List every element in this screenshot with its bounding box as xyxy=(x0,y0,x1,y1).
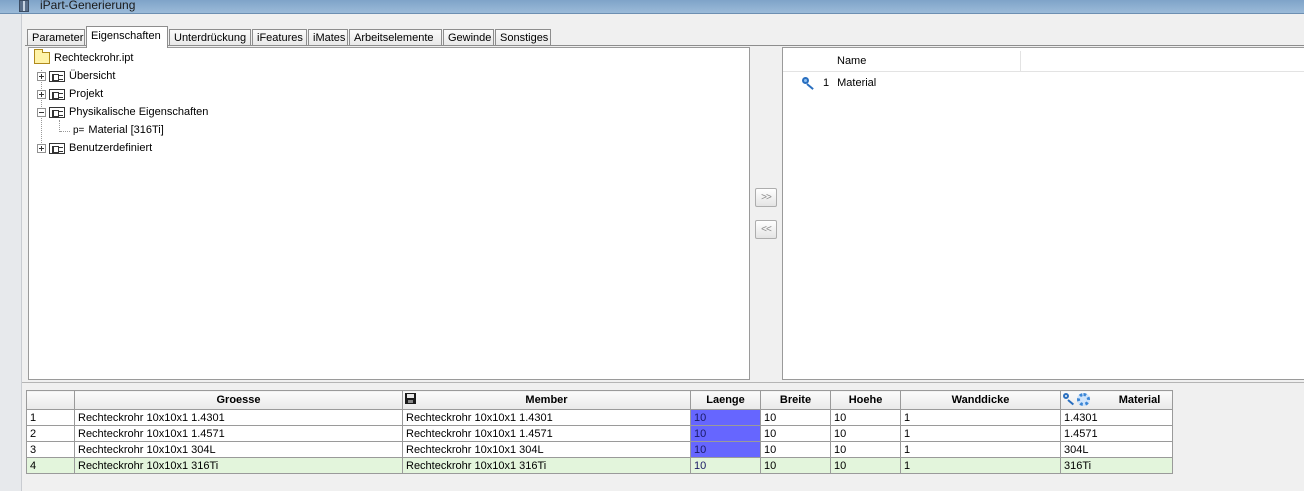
tree-node-label: Physikalische Eigenschaften xyxy=(69,106,209,118)
tree-node-projekt[interactable]: Projekt xyxy=(37,85,103,103)
list-item[interactable]: 1 Material xyxy=(801,74,876,92)
property-set-icon xyxy=(49,88,65,100)
key-icon xyxy=(1063,393,1076,406)
cell-material[interactable]: 304L xyxy=(1060,441,1173,458)
table-row-selected[interactable]: 4 Rechteckrohr 10x10x1 316Ti Rechteckroh… xyxy=(26,457,1173,474)
cell-groesse[interactable]: Rechteckrohr 10x10x1 1.4301 xyxy=(74,409,403,426)
cell-laenge[interactable]: 10 xyxy=(690,425,761,442)
table-header-row: Groesse Member Laenge Breite Hoehe Wandd… xyxy=(26,390,1173,410)
app-icon xyxy=(19,0,29,12)
column-header-wanddicke[interactable]: Wanddicke xyxy=(900,390,1061,410)
column-header-member-label: Member xyxy=(525,394,568,406)
cell-wanddicke[interactable]: 1 xyxy=(900,409,1061,426)
tree-root-label: Rechteckrohr.ipt xyxy=(54,52,134,64)
cell-wanddicke[interactable]: 1 xyxy=(900,425,1061,442)
row-number[interactable]: 1 xyxy=(26,409,75,426)
gear-icon xyxy=(1077,393,1090,406)
tab-eigenschaften[interactable]: Eigenschaften xyxy=(86,26,168,48)
row-number[interactable]: 2 xyxy=(26,425,75,442)
cell-laenge[interactable]: 10 xyxy=(690,457,761,474)
tree-node-benutzerdefiniert[interactable]: Benutzerdefiniert xyxy=(37,139,152,157)
cell-member[interactable]: Rechteckrohr 10x10x1 304L xyxy=(402,441,691,458)
column-header-material[interactable]: Material xyxy=(1060,390,1173,410)
column-header-groesse[interactable]: Groesse xyxy=(74,390,403,410)
left-window-edge xyxy=(0,14,22,491)
cell-wanddicke[interactable]: 1 xyxy=(900,441,1061,458)
window-title: iPart-Generierung xyxy=(40,0,136,12)
cell-breite[interactable]: 10 xyxy=(760,409,831,426)
list-header: Name xyxy=(783,51,1304,72)
ipart-table[interactable]: Groesse Member Laenge Breite Hoehe Wandd… xyxy=(26,390,1173,474)
property-icon: p= xyxy=(73,124,85,136)
cell-groesse[interactable]: Rechteckrohr 10x10x1 1.4571 xyxy=(74,425,403,442)
cell-breite[interactable]: 10 xyxy=(760,425,831,442)
tree-node-physikalische-eigenschaften[interactable]: Physikalische Eigenschaften xyxy=(37,103,208,121)
part-file-icon xyxy=(34,49,50,64)
cell-wanddicke[interactable]: 1 xyxy=(900,457,1061,474)
tree-node-label: Übersicht xyxy=(69,70,116,82)
cell-material[interactable]: 1.4571 xyxy=(1060,425,1173,442)
tree-node-label: Projekt xyxy=(69,88,104,100)
cell-laenge[interactable]: 10 xyxy=(690,441,761,458)
cell-laenge[interactable]: 10 xyxy=(690,409,761,426)
list-item-name: Material xyxy=(837,77,877,89)
add-button[interactable]: >> xyxy=(755,188,777,207)
cell-hoehe[interactable]: 10 xyxy=(830,441,901,458)
cell-hoehe[interactable]: 10 xyxy=(830,409,901,426)
cell-groesse[interactable]: Rechteckrohr 10x10x1 304L xyxy=(74,441,403,458)
table-row[interactable]: 3 Rechteckrohr 10x10x1 304L Rechteckrohr… xyxy=(26,441,1173,458)
cell-member[interactable]: Rechteckrohr 10x10x1 1.4301 xyxy=(402,409,691,426)
property-set-icon xyxy=(49,106,65,118)
table-row[interactable]: 1 Rechteckrohr 10x10x1 1.4301 Rechteckro… xyxy=(26,409,1173,426)
cell-material[interactable]: 316Ti xyxy=(1060,457,1173,474)
list-item-number: 1 xyxy=(823,77,830,89)
cell-groesse[interactable]: Rechteckrohr 10x10x1 316Ti xyxy=(74,457,403,474)
expand-icon[interactable] xyxy=(37,143,46,153)
column-header-breite[interactable]: Breite xyxy=(760,390,831,410)
remove-button[interactable]: << xyxy=(755,220,777,239)
cell-hoehe[interactable]: 10 xyxy=(830,457,901,474)
expand-icon[interactable] xyxy=(37,71,46,81)
cell-breite[interactable]: 10 xyxy=(760,457,831,474)
property-set-icon xyxy=(49,70,65,82)
save-icon xyxy=(405,393,416,404)
table-row[interactable]: 2 Rechteckrohr 10x10x1 1.4571 Rechteckro… xyxy=(26,425,1173,442)
title-bar: iPart-Generierung xyxy=(0,0,1304,14)
cell-hoehe[interactable]: 10 xyxy=(830,425,901,442)
collapse-icon[interactable] xyxy=(37,107,46,117)
column-header-member[interactable]: Member xyxy=(402,390,691,410)
column-header-laenge[interactable]: Laenge xyxy=(690,390,761,410)
cell-member[interactable]: Rechteckrohr 10x10x1 1.4571 xyxy=(402,425,691,442)
tree-node-label: Benutzerdefiniert xyxy=(69,142,153,154)
tree-root[interactable]: Rechteckrohr.ipt xyxy=(34,49,133,67)
cell-member[interactable]: Rechteckrohr 10x10x1 316Ti xyxy=(402,457,691,474)
selected-properties-list[interactable]: Name 1 Material xyxy=(782,47,1304,380)
column-header-hoehe[interactable]: Hoehe xyxy=(830,390,901,410)
property-set-icon xyxy=(49,142,65,154)
row-number[interactable]: 4 xyxy=(26,457,75,474)
cell-material[interactable]: 1.4301 xyxy=(1060,409,1173,426)
expand-icon[interactable] xyxy=(37,89,46,99)
row-number[interactable]: 3 xyxy=(26,441,75,458)
corner-header[interactable] xyxy=(26,390,75,410)
key-icon xyxy=(801,76,817,90)
tree-node-label: Material [316Ti] xyxy=(88,124,164,136)
tree-node-uebersicht[interactable]: Übersicht xyxy=(37,67,115,85)
cell-breite[interactable]: 10 xyxy=(760,441,831,458)
property-tree[interactable]: Rechteckrohr.ipt Übersicht Projekt Physi… xyxy=(28,47,750,380)
tree-node-material[interactable]: p= Material [316Ti] xyxy=(73,121,164,139)
column-header-name[interactable]: Name xyxy=(831,51,1021,72)
